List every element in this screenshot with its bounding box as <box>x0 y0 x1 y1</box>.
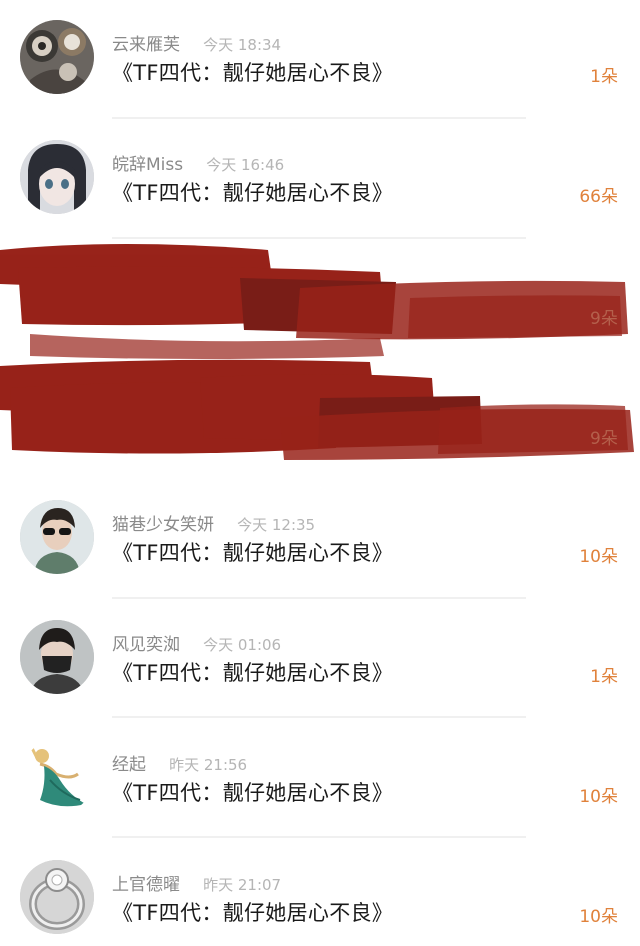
gear-collage-avatar[interactable] <box>20 20 94 94</box>
list-item[interactable]: 猫巷少女笑妍 今天 12:35 《TF四代：靓仔她居心不良》 10朵 <box>0 480 640 580</box>
divider <box>112 716 526 718</box>
user-name[interactable]: 上官德曜 <box>112 875 180 895</box>
gift-feed: 云来雁芙 今天 18:34 《TF四代：靓仔她居心不良》 1朵 皖辞Miss 今… <box>0 0 640 946</box>
flower-count: 66朵 <box>579 187 618 207</box>
divider <box>112 836 526 838</box>
timestamp: 昨天 21:07 <box>203 876 282 894</box>
user-name[interactable]: 皖辞Miss <box>112 155 183 175</box>
timestamp: 今天 12:35 <box>237 516 316 534</box>
anime-girl-avatar[interactable] <box>20 140 94 214</box>
user-name[interactable]: 风见奕洳 <box>112 635 180 655</box>
timestamp: 昨天 21:56 <box>169 756 248 774</box>
divider <box>112 597 526 599</box>
user-name[interactable]: 经起 <box>112 755 146 775</box>
timestamp: 今天 16:46 <box>206 156 285 174</box>
divider <box>112 117 526 119</box>
list-item[interactable]: 云来雁芙 今天 18:34 《TF四代：靓仔她居心不良》 1朵 <box>0 0 640 100</box>
dancing-figure-avatar[interactable] <box>20 740 94 814</box>
flower-count: 1朵 <box>590 667 618 687</box>
list-item[interactable]: 经起 昨天 21:56 《TF四代：靓仔她居心不良》 10朵 <box>0 720 640 820</box>
list-item[interactable]: 皖辞Miss 今天 16:46 《TF四代：靓仔她居心不良》 66朵 <box>0 120 640 220</box>
flower-count: 1朵 <box>590 67 618 87</box>
work-title[interactable]: 《TF四代：靓仔她居心不良》 <box>112 897 393 927</box>
work-title[interactable]: 《TF四代：靓仔她居心不良》 <box>112 657 393 687</box>
work-title[interactable]: 《TF四代：靓仔她居心不良》 <box>112 777 393 807</box>
silver-ring-avatar[interactable] <box>20 860 94 934</box>
flower-count: 10朵 <box>579 547 618 567</box>
timestamp: 今天 01:06 <box>203 636 282 654</box>
work-title[interactable]: 《TF四代：靓仔她居心不良》 <box>112 537 393 567</box>
work-title[interactable]: 《TF四代：靓仔她居心不良》 <box>112 57 393 87</box>
flower-count-obscured: 9朵 <box>590 429 618 449</box>
sunglasses-boy-avatar[interactable] <box>20 500 94 574</box>
flower-count: 10朵 <box>579 907 618 927</box>
user-name[interactable]: 猫巷少女笑妍 <box>112 515 214 535</box>
redaction-scribble: 9朵 9朵 <box>0 238 640 478</box>
timestamp: 今天 18:34 <box>203 36 282 54</box>
flower-count: 10朵 <box>579 787 618 807</box>
list-item[interactable]: 上官德曜 昨天 21:07 《TF四代：靓仔她居心不良》 10朵 <box>0 840 640 940</box>
work-title[interactable]: 《TF四代：靓仔她居心不良》 <box>112 177 393 207</box>
flower-count-obscured: 9朵 <box>590 309 618 329</box>
list-item[interactable]: 风见奕洳 今天 01:06 《TF四代：靓仔她居心不良》 1朵 <box>0 600 640 700</box>
user-name[interactable]: 云来雁芙 <box>112 35 180 55</box>
masked-boy-avatar[interactable] <box>20 620 94 694</box>
